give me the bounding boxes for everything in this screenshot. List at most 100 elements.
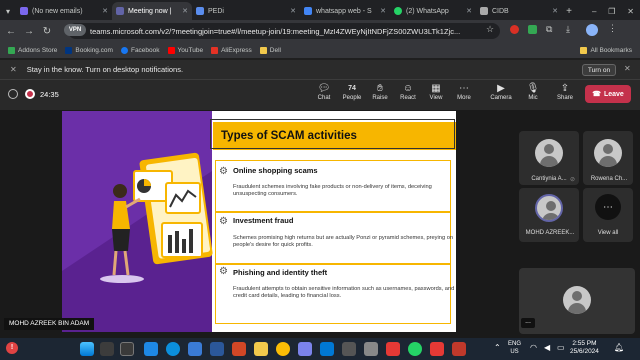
tab-whatsapp[interactable]: (2) WhatsApp ✕ — [390, 2, 476, 20]
powerpoint-icon[interactable] — [232, 342, 246, 356]
vpn-badge[interactable]: VPN — [64, 24, 86, 36]
chrome-icon[interactable] — [276, 342, 290, 356]
people-button[interactable]: 74 People — [337, 82, 367, 101]
mic-off-icon: 🎙︎ — [526, 83, 540, 94]
close-notification-icon[interactable]: ✕ — [624, 64, 631, 73]
leave-button[interactable]: ☎︎ Leave — [585, 85, 631, 103]
widgets-icon[interactable]: ! — [6, 342, 18, 354]
app-icon[interactable] — [364, 342, 378, 356]
extension-icon[interactable] — [528, 25, 537, 34]
edge-icon[interactable] — [166, 342, 180, 356]
browser-toolbar: ← → ↻ teams.microsoft.com/v2/?meetingjoi… — [0, 20, 640, 42]
app-icon[interactable] — [188, 342, 202, 356]
close-icon[interactable]: ✕ — [98, 7, 108, 15]
wifi-icon[interactable]: ◠ — [530, 343, 537, 352]
avatar — [535, 139, 563, 167]
maximize-icon[interactable]: ❐ — [608, 7, 615, 16]
booking-icon — [65, 46, 73, 54]
turn-on-button[interactable]: Turn on — [582, 64, 616, 76]
bookmark-addons[interactable]: Addons Store — [8, 46, 57, 54]
app-icon[interactable] — [386, 342, 400, 356]
tab-meeting[interactable]: Meeting now | ✕ — [112, 2, 192, 20]
tab-label: CIDB — [492, 7, 509, 15]
bookmark-youtube[interactable]: YouTube — [167, 46, 203, 54]
app-icon[interactable] — [452, 342, 466, 356]
tab-email[interactable]: (No new emails) ✕ — [16, 2, 112, 20]
aliexpress-icon — [211, 46, 219, 54]
app-icon[interactable] — [144, 342, 158, 356]
bookmark-dell[interactable]: Dell — [259, 46, 281, 54]
whatsapp-icon — [394, 7, 402, 15]
view-button[interactable]: ▦ View — [421, 82, 451, 101]
bookmark-star-icon[interactable]: ☆ — [486, 24, 494, 35]
word-icon[interactable] — [210, 342, 224, 356]
avatar — [594, 139, 622, 167]
download-icon[interactable]: ⤓ — [566, 24, 570, 35]
site-icon — [196, 7, 204, 15]
all-bookmarks[interactable]: All Bookmarks — [580, 46, 632, 54]
self-video-tile — [519, 268, 635, 334]
tab-list-icon[interactable]: ▾ — [0, 2, 16, 20]
bookmark-aliexpress[interactable]: AliExpress — [211, 46, 252, 54]
minimize-icon[interactable]: – — [592, 7, 596, 16]
notification-text: Stay in the know. Turn on desktop notifi… — [26, 65, 184, 74]
raise-hand-button[interactable]: ✋︎ Raise — [365, 82, 395, 101]
facebook-icon — [120, 46, 128, 54]
close-icon[interactable]: ✕ — [548, 7, 558, 15]
reload-icon[interactable]: ↻ — [40, 24, 54, 38]
app-icon[interactable] — [430, 342, 444, 356]
camera-button[interactable]: ▶︎ Camera — [486, 82, 516, 101]
windows-start-icon[interactable] — [80, 342, 94, 356]
google-icon — [304, 7, 312, 15]
forward-icon[interactable]: → — [22, 24, 36, 38]
tab-label: whatsapp web - S — [316, 7, 372, 15]
extension-icon[interactable] — [510, 25, 519, 34]
gear-icon: ⚙ — [219, 166, 228, 177]
profile-avatar[interactable] — [586, 24, 598, 36]
share-button[interactable]: ⇪ Share — [550, 82, 580, 101]
extensions-puzzle-icon[interactable]: ⧉ — [546, 24, 552, 35]
system-clock[interactable]: 2:55 PM 25/6/2024 — [570, 340, 599, 356]
bookmark-facebook[interactable]: Facebook — [120, 46, 160, 54]
more-dots-icon: ⋯ — [595, 194, 621, 220]
file-explorer-icon[interactable] — [254, 342, 268, 356]
close-icon[interactable]: ✕ — [286, 7, 296, 15]
camera-off-icon: ▶︎ — [497, 83, 505, 94]
app-icon[interactable] — [342, 342, 356, 356]
search-icon[interactable] — [100, 342, 114, 356]
new-tab-icon[interactable]: + — [562, 2, 576, 20]
language-indicator[interactable]: ENG US — [508, 340, 521, 356]
battery-icon[interactable]: ▭ — [557, 343, 565, 352]
tray-chevron-icon[interactable]: ⌃ — [494, 343, 501, 352]
whatsapp-icon[interactable] — [408, 342, 422, 356]
close-icon[interactable]: ✕ — [178, 7, 188, 15]
back-icon[interactable]: ← — [4, 24, 18, 38]
close-icon[interactable]: ✕ — [462, 7, 472, 15]
scam-description: Fraudulent schemes involving fake produc… — [233, 184, 432, 197]
menu-kebab-icon[interactable]: ⋮ — [608, 23, 617, 34]
view-all-label[interactable]: View all — [583, 230, 633, 236]
app-icon[interactable] — [320, 342, 334, 356]
tab-cidb[interactable]: CIDB ✕ — [476, 2, 562, 20]
dismiss-icon[interactable]: ✕ — [10, 65, 17, 74]
volume-icon[interactable]: ◀︎ — [544, 343, 550, 352]
task-view-icon[interactable] — [120, 342, 134, 356]
scam-description: Schemes promising high returns but are a… — [233, 235, 454, 248]
tab-whatsapp-search[interactable]: whatsapp web - S ✕ — [300, 2, 390, 20]
chat-button[interactable]: 💬︎ Chat — [309, 82, 339, 101]
teams-icon[interactable] — [298, 342, 312, 356]
tab-pedi[interactable]: PEDi ✕ — [192, 2, 300, 20]
scam-heading: Online shopping scams — [233, 166, 318, 175]
folder-icon — [580, 46, 588, 54]
address-bar[interactable]: teams.microsoft.com/v2/?meetingjoin=true… — [68, 23, 500, 39]
addons-icon — [8, 46, 15, 54]
meeting-timer: 24:35 — [40, 90, 59, 99]
more-options-button[interactable]: ... — [521, 318, 535, 328]
bookmark-booking[interactable]: Booking.com — [65, 46, 113, 54]
close-window-icon[interactable]: ✕ — [627, 7, 634, 16]
react-button[interactable]: ☺ React — [393, 82, 423, 101]
more-button[interactable]: ⋯ More — [449, 82, 479, 101]
notifications-bell-icon[interactable]: 🔔︎ — [614, 343, 624, 352]
close-icon[interactable]: ✕ — [376, 7, 386, 15]
mic-button[interactable]: 🎙︎ Mic — [518, 82, 548, 101]
